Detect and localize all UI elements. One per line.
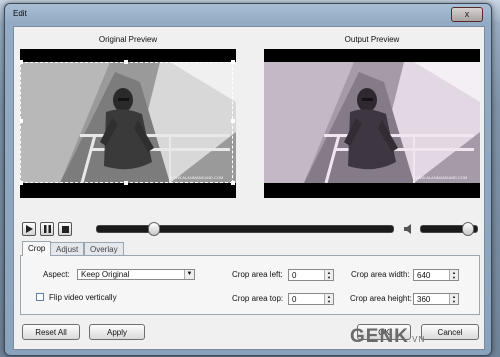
reset-all-button[interactable]: Reset All (22, 324, 80, 340)
cancel-button[interactable]: Cancel (421, 324, 479, 340)
output-preview-label: Output Preview (344, 35, 400, 44)
crop-handle-bottom[interactable] (124, 181, 128, 185)
crop-handle-right[interactable] (231, 119, 235, 123)
volume-slider[interactable] (420, 222, 478, 236)
crop-handle-bottom-right[interactable] (231, 181, 235, 185)
dialog-client-area: Original Preview WWW.ALANMANDAND.COM Out… (13, 26, 485, 350)
original-preview-label: Original Preview (98, 35, 158, 44)
seek-knob[interactable] (148, 222, 161, 236)
stop-button[interactable] (58, 222, 72, 236)
flip-vertically-checkbox[interactable] (36, 293, 44, 301)
crop-handle-bottom-left[interactable] (20, 181, 23, 185)
crop-panel: Aspect: Keep Original ▼ Flip video verti… (20, 255, 480, 315)
volume-knob[interactable] (462, 222, 475, 236)
apply-button[interactable]: Apply (89, 324, 145, 340)
volume-icon[interactable] (403, 223, 415, 235)
crop-top-input[interactable]: 0 ▲ ▼ (288, 293, 334, 305)
stop-icon (61, 225, 69, 233)
crop-height-value: 360 (417, 295, 431, 304)
watermark-suffix: .VN (408, 335, 426, 344)
genk-watermark-logo: GENK.VN (350, 326, 425, 348)
tab-adjust[interactable]: Adjust (50, 242, 85, 256)
crop-width-value: 640 (417, 271, 431, 280)
pause-icon (43, 225, 51, 233)
crop-handle-top-left[interactable] (20, 60, 23, 64)
output-image-caption: WWW.ALANMANDAND.COM (414, 175, 467, 180)
crop-top-label: Crop area top: (232, 294, 284, 303)
output-preview: WWW.ALANMANDAND.COM (264, 49, 480, 198)
crop-handle-left[interactable] (20, 119, 23, 123)
crop-width-label: Crop area width: (351, 270, 410, 279)
flip-vertically-label: Flip video vertically (49, 293, 117, 302)
crop-left-value: 0 (292, 271, 297, 280)
output-preview-image: WWW.ALANMANDAND.COM (264, 62, 480, 183)
play-button[interactable] (22, 222, 36, 236)
dialog-title: Edit (13, 9, 27, 18)
aspect-select[interactable]: Keep Original ▼ (77, 269, 195, 280)
crop-frame[interactable] (20, 62, 233, 183)
pause-button[interactable] (40, 222, 54, 236)
play-icon (25, 225, 33, 233)
tab-crop[interactable]: Crop (22, 241, 52, 256)
tab-overlay[interactable]: Overlay (84, 242, 124, 256)
chevron-down-icon: ▼ (184, 270, 194, 279)
crop-width-input[interactable]: 640 ▲ ▼ (413, 269, 459, 281)
crop-height-input[interactable]: 360 ▲ ▼ (413, 293, 459, 305)
spin-arrows-icon[interactable]: ▲ ▼ (449, 294, 458, 304)
edit-dialog: Edit x Original Preview WWW.ALANMANDAND.… (4, 3, 492, 356)
watermark-brand: GENK (350, 326, 409, 347)
seek-bar[interactable] (96, 222, 394, 236)
crop-top-value: 0 (292, 295, 297, 304)
aspect-value: Keep Original (81, 270, 130, 279)
crop-height-label: Crop area height: (350, 294, 412, 303)
crop-left-input[interactable]: 0 ▲ ▼ (288, 269, 334, 281)
crop-handle-top-right[interactable] (231, 60, 235, 64)
spin-arrows-icon[interactable]: ▲ ▼ (324, 294, 333, 304)
spin-arrows-icon[interactable]: ▲ ▼ (449, 270, 458, 280)
original-preview[interactable]: WWW.ALANMANDAND.COM (20, 49, 236, 198)
spin-arrows-icon[interactable]: ▲ ▼ (324, 270, 333, 280)
aspect-label: Aspect: (43, 270, 70, 279)
crop-handle-top[interactable] (124, 60, 128, 64)
crop-left-label: Crop area left: (232, 270, 283, 279)
close-button[interactable]: x (451, 7, 483, 22)
